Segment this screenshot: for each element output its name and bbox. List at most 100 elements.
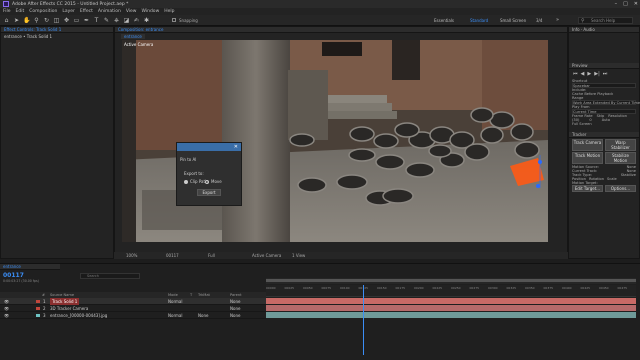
workspace-menu-icon[interactable]: » bbox=[556, 17, 559, 23]
menu-view[interactable]: View bbox=[126, 9, 137, 14]
radio-clip-path[interactable] bbox=[184, 180, 188, 184]
workspace-small-screen[interactable]: Small Screen bbox=[500, 17, 526, 24]
puppet-tool-icon[interactable]: ✱ bbox=[143, 17, 150, 24]
workspace-3-4[interactable]: 3/4 bbox=[536, 17, 542, 24]
layer-mode-dropdown[interactable]: Normal bbox=[168, 298, 182, 305]
toolbar: ⌂ ➤ ✋ ⚲ ↻ ◫ ✥ ▭ ✒ T ✎ ⎈ ◪ ✍ ✱ Snapping E… bbox=[0, 15, 640, 26]
tracks-area bbox=[266, 298, 636, 318]
workspace-standard[interactable]: Standard bbox=[470, 17, 488, 24]
close-icon[interactable]: ✕ bbox=[634, 1, 638, 7]
composition-tab[interactable]: Composition: entrance bbox=[115, 27, 567, 33]
zoom-tool-icon[interactable]: ⚲ bbox=[33, 17, 40, 24]
timeline-tab-label: entrance bbox=[3, 264, 21, 269]
warp-stabilizer-button[interactable]: Warp Stabilizer bbox=[605, 139, 636, 151]
view-dropdown[interactable]: Active Camera bbox=[252, 252, 281, 259]
resolution-label: Resolution bbox=[608, 114, 628, 118]
options-button[interactable]: Options... bbox=[605, 185, 636, 192]
track-type-dropdown[interactable]: Stabilize bbox=[621, 173, 636, 177]
menu-composition[interactable]: Composition bbox=[29, 9, 57, 14]
track-motion-button[interactable]: Track Motion bbox=[572, 152, 603, 164]
layer-duration-bar[interactable] bbox=[266, 312, 636, 318]
menu-window[interactable]: Window bbox=[142, 9, 160, 14]
brush-tool-icon[interactable]: ✎ bbox=[103, 17, 110, 24]
search-icon: ⚲ bbox=[581, 18, 585, 24]
layer-name[interactable]: entrance_[00000-00443].jpg bbox=[50, 312, 107, 319]
resolution-dropdown[interactable]: Full bbox=[208, 252, 215, 259]
work-area-bar[interactable] bbox=[266, 278, 636, 284]
track-camera-button[interactable]: Track Camera bbox=[572, 139, 603, 151]
preview-controls: ⏮ ◀ ▶ ▶| ⏭ bbox=[569, 69, 639, 79]
first-frame-icon[interactable]: ⏮ bbox=[573, 71, 578, 77]
layer-row[interactable]: 👁 2 3D Tracker Camera None bbox=[0, 305, 266, 312]
menu-help[interactable]: Help bbox=[164, 9, 174, 14]
layer-parent-dropdown[interactable]: None bbox=[230, 298, 240, 305]
menu-animation[interactable]: Animation bbox=[98, 9, 121, 14]
menu-layer[interactable]: Layer bbox=[62, 9, 75, 14]
rectangle-tool-icon[interactable]: ▭ bbox=[73, 17, 80, 24]
hand-tool-icon[interactable]: ✋ bbox=[23, 17, 30, 24]
eraser-tool-icon[interactable]: ◪ bbox=[123, 17, 130, 24]
menu-file[interactable]: File bbox=[3, 9, 11, 14]
layer-color-label[interactable] bbox=[36, 300, 40, 303]
roto-brush-tool-icon[interactable]: ✍ bbox=[133, 17, 140, 24]
home-icon[interactable]: ⌂ bbox=[3, 17, 10, 24]
layer-color-label[interactable] bbox=[36, 307, 40, 310]
ruler-tick-label: 00250 bbox=[451, 286, 461, 290]
pan-behind-tool-icon[interactable]: ✥ bbox=[63, 17, 70, 24]
timeline-tab[interactable]: entrance bbox=[0, 264, 60, 270]
menu-effect[interactable]: Effect bbox=[80, 9, 93, 14]
menu-edit[interactable]: Edit bbox=[16, 9, 25, 14]
views-layout-dropdown[interactable]: 1 View bbox=[292, 252, 305, 259]
visibility-eye-icon[interactable]: 👁 bbox=[4, 305, 9, 312]
layer-color-label[interactable] bbox=[36, 314, 40, 317]
snapping-checkbox[interactable] bbox=[172, 18, 176, 22]
playhead[interactable] bbox=[363, 285, 365, 355]
type-tool-icon[interactable]: T bbox=[93, 17, 100, 24]
last-frame-icon[interactable]: ⏭ bbox=[603, 71, 608, 77]
selection-tool-icon[interactable]: ➤ bbox=[13, 17, 20, 24]
prev-frame-icon[interactable]: ◀ bbox=[581, 71, 585, 77]
layer-duration-bar[interactable] bbox=[266, 298, 636, 304]
layer-parent-dropdown[interactable]: None bbox=[230, 305, 240, 312]
pen-tool-icon[interactable]: ✒ bbox=[83, 17, 90, 24]
rotate-tool-icon[interactable]: ↻ bbox=[43, 17, 50, 24]
time-graph[interactable]: 0000000025000500007500100001250015000175… bbox=[266, 278, 636, 358]
layer-mode-dropdown[interactable]: Normal bbox=[168, 312, 182, 319]
scale-checkbox[interactable]: Scale bbox=[607, 177, 617, 181]
next-frame-icon[interactable]: ▶| bbox=[594, 71, 600, 77]
layer-name[interactable]: 3D Tracker Camera bbox=[50, 305, 88, 312]
composition-viewer[interactable]: Active Camera bbox=[122, 40, 548, 242]
radio-move[interactable] bbox=[205, 180, 209, 184]
maximize-icon[interactable]: □ bbox=[623, 1, 628, 7]
layer-number: 2 bbox=[43, 306, 46, 311]
clone-stamp-tool-icon[interactable]: ⎈ bbox=[113, 17, 120, 24]
timeline-search-input[interactable]: Search bbox=[80, 273, 140, 279]
time-ruler[interactable]: 0000000025000500007500100001250015000175… bbox=[266, 285, 636, 297]
dialog-close-icon[interactable]: ✕ bbox=[234, 144, 238, 150]
edit-target-button[interactable]: Edit Target... bbox=[572, 185, 603, 192]
comp-name-tab[interactable]: entrance bbox=[121, 34, 145, 39]
full-screen-checkbox[interactable]: Full Screen bbox=[572, 122, 636, 126]
layer-parent-dropdown[interactable]: None bbox=[230, 312, 240, 319]
stabilize-motion-button[interactable]: Stabilize Motion bbox=[605, 152, 636, 164]
layer-row[interactable]: 👁 3 entrance_[00000-00443].jpg Normal No… bbox=[0, 312, 266, 319]
search-help-input[interactable]: Search Help bbox=[578, 17, 633, 24]
work-area-range[interactable] bbox=[266, 279, 636, 282]
zoom-dropdown[interactable]: 100% bbox=[126, 252, 137, 259]
visibility-eye-icon[interactable]: 👁 bbox=[4, 298, 9, 305]
timeline-current-time[interactable]: 00117 bbox=[3, 272, 24, 279]
export-button[interactable]: Export bbox=[197, 189, 221, 196]
ruler-tick-label: 00175 bbox=[395, 286, 406, 290]
layer-row[interactable]: 👁 1 Track Solid 1 Normal None bbox=[0, 298, 266, 305]
camera-tool-icon[interactable]: ◫ bbox=[53, 17, 60, 24]
resolution-value[interactable]: Auto bbox=[602, 118, 610, 122]
play-icon[interactable]: ▶ bbox=[587, 71, 591, 77]
layer-name[interactable]: Track Solid 1 bbox=[50, 298, 80, 305]
current-time-display[interactable]: 00117 bbox=[166, 252, 179, 259]
workspace-essentials[interactable]: Essentials bbox=[434, 17, 454, 24]
layer-trkmat-dropdown[interactable]: None bbox=[198, 312, 208, 319]
visibility-eye-icon[interactable]: 👁 bbox=[4, 312, 9, 319]
layer-duration-bar[interactable] bbox=[266, 305, 636, 311]
minimize-icon[interactable]: – bbox=[615, 1, 618, 7]
app-icon bbox=[3, 1, 9, 7]
